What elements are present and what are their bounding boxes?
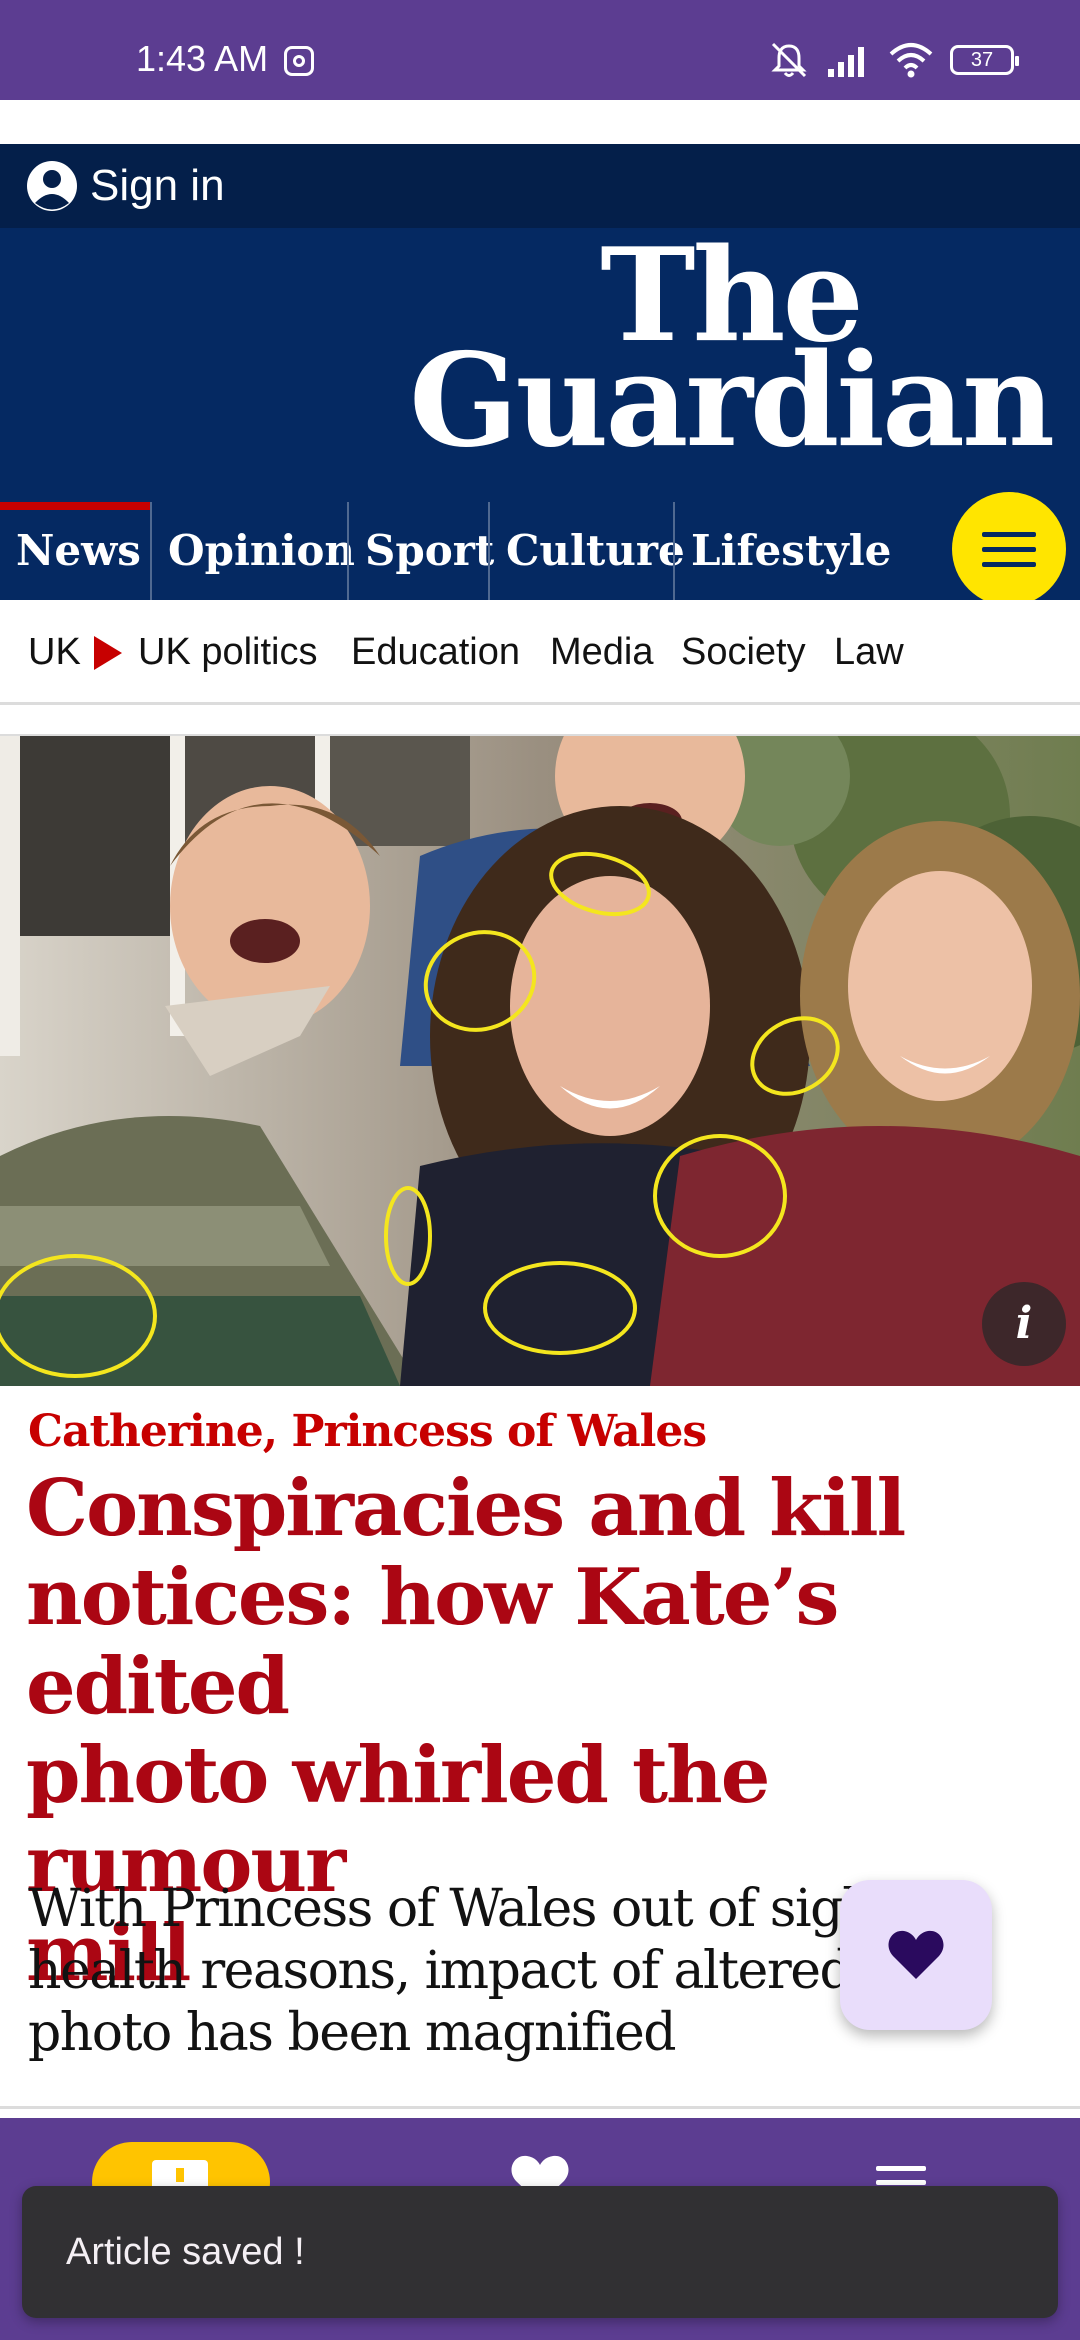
status-time: 1:43 AM xyxy=(136,38,269,79)
menu-bar xyxy=(982,531,1036,537)
article-kicker[interactable]: Catherine, Princess of Wales xyxy=(28,1406,707,1457)
pillar-label: Culture xyxy=(506,526,685,575)
pillar-label: Lifestyle xyxy=(691,526,892,575)
menu-bar xyxy=(876,2180,926,2185)
subnav: UK UK politics Education Media Society L… xyxy=(0,600,1080,704)
status-icons: 37 xyxy=(768,40,1019,80)
sign-in-button[interactable]: Sign in xyxy=(26,158,225,214)
article-hero-image[interactable] xyxy=(0,736,1080,1386)
signal-icon xyxy=(828,47,864,77)
status-bar: 1:43 AM 37 xyxy=(0,0,1080,100)
app-top-gap xyxy=(0,100,1080,144)
guardian-logo[interactable]: The Guardian xyxy=(409,232,1055,476)
pillar-label: Sport xyxy=(365,526,495,575)
subnav-uk[interactable]: UK xyxy=(28,600,81,704)
subnav-uk-politics[interactable]: UK politics xyxy=(138,600,318,704)
instagram-icon xyxy=(284,46,314,76)
save-article-fab[interactable] xyxy=(840,1880,992,2030)
snackbar: Article saved ! xyxy=(22,2186,1058,2318)
sign-in-label: Sign in xyxy=(90,161,225,210)
headline-line: Conspiracies and kill xyxy=(26,1463,906,1554)
account-icon xyxy=(27,161,77,211)
snackbar-message: Article saved ! xyxy=(66,2231,305,2273)
mute-icon xyxy=(771,42,807,78)
logo-line-2: Guardian xyxy=(409,325,1055,476)
pillar-nav: News Opinion Sport Culture Lifestyle xyxy=(0,502,1080,600)
pillar-news[interactable]: News xyxy=(0,502,150,600)
heart-icon xyxy=(888,1930,944,1979)
pillar-culture[interactable]: Culture xyxy=(488,502,685,600)
subnav-society[interactable]: Society xyxy=(681,600,806,704)
pillar-label: Opinion xyxy=(168,526,355,575)
menu-button[interactable] xyxy=(952,492,1066,606)
menu-bar xyxy=(982,561,1036,567)
family-photo xyxy=(0,736,1080,1386)
image-info-button[interactable]: i xyxy=(982,1282,1066,1366)
menu-bar xyxy=(982,546,1036,552)
pillar-label: News xyxy=(16,526,141,575)
headline-line: notices: how Kate’s edited xyxy=(26,1552,839,1732)
pillar-sport[interactable]: Sport xyxy=(347,502,494,600)
divider xyxy=(0,702,1080,705)
subnav-education[interactable]: Education xyxy=(351,600,520,704)
subnav-law[interactable]: Law xyxy=(834,600,904,704)
wifi-icon xyxy=(889,43,933,78)
menu-bar xyxy=(876,2166,926,2171)
subnav-media[interactable]: Media xyxy=(550,600,654,704)
signin-bar: Sign in xyxy=(0,144,1080,228)
pillar-opinion[interactable]: Opinion xyxy=(150,502,355,600)
pillar-lifestyle[interactable]: Lifestyle xyxy=(673,502,893,600)
triangle-right-icon xyxy=(94,636,122,670)
battery-icon: 37 xyxy=(950,45,1019,75)
masthead: The Guardian xyxy=(0,228,1080,502)
divider xyxy=(0,2106,1080,2109)
